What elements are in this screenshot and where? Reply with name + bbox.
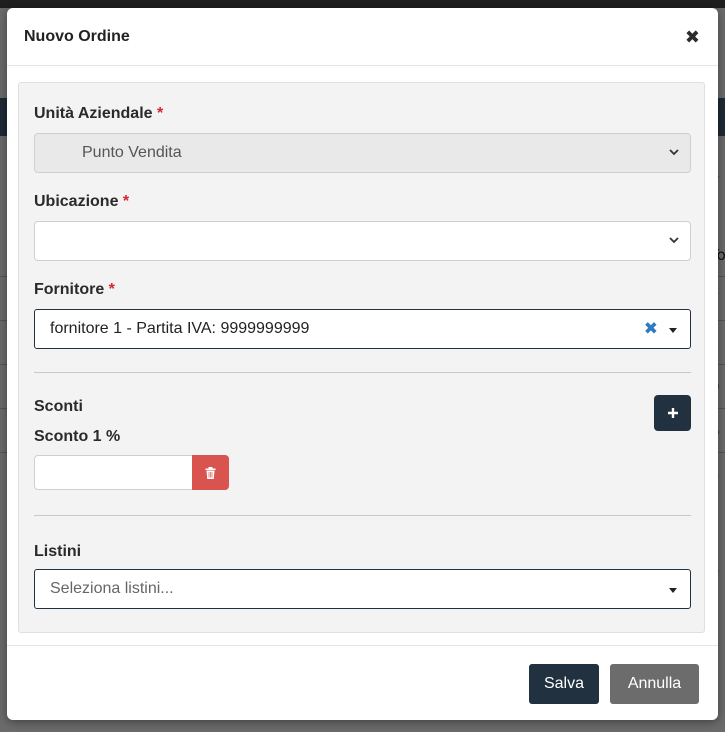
listini-select[interactable]: Seleziona listini... — [34, 569, 691, 609]
listini-label: Listini — [34, 543, 82, 560]
delete-sconto-button[interactable] — [192, 455, 229, 490]
fornitore-select[interactable]: fornitore 1 - Partita IVA: 9999999999 ✖ — [34, 309, 691, 349]
section-divider — [34, 515, 691, 516]
ubicazione-label: Ubicazione * — [34, 193, 129, 211]
required-marker: * — [157, 105, 164, 122]
sconti-label: Sconti — [34, 398, 83, 415]
add-sconto-button[interactable] — [654, 395, 691, 431]
unita-aziendale-value: Punto Vendita — [82, 144, 182, 161]
caret-down-icon — [669, 328, 677, 333]
listini-placeholder: Seleziona listini... — [50, 580, 174, 597]
modal-footer: Salva Annulla — [7, 645, 718, 720]
close-icon[interactable]: ✖ — [685, 28, 700, 46]
chevron-down-icon — [669, 237, 679, 244]
unita-aziendale-label-text: Unità Aziendale — [34, 105, 153, 122]
fornitore-value: fornitore 1 - Partita IVA: 9999999999 — [50, 320, 310, 337]
unita-aziendale-select[interactable]: Punto Vendita — [34, 133, 691, 173]
cancel-button[interactable]: Annulla — [610, 664, 699, 704]
background-topbar — [0, 0, 725, 8]
order-form-panel: Unità Aziendale * Punto Vendita Ubicazio… — [18, 82, 705, 633]
plus-icon — [667, 408, 678, 418]
ubicazione-select[interactable] — [34, 221, 691, 261]
sconto-1-label: Sconto 1 % — [34, 428, 121, 445]
fornitore-label: Fornitore * — [34, 281, 115, 299]
section-divider — [34, 372, 691, 373]
fornitore-label-text: Fornitore — [34, 281, 105, 298]
trash-icon — [205, 466, 216, 479]
new-order-modal: Nuovo Ordine ✖ Unità Aziendale * Punto V… — [7, 8, 718, 720]
clear-selection-icon[interactable]: ✖ — [644, 319, 658, 339]
chevron-down-icon — [669, 149, 679, 156]
unita-aziendale-label: Unità Aziendale * — [34, 105, 163, 123]
modal-title: Nuovo Ordine — [24, 27, 130, 45]
required-marker: * — [122, 193, 130, 210]
caret-down-icon — [669, 588, 677, 593]
ubicazione-label-text: Ubicazione — [34, 193, 119, 210]
required-marker: * — [108, 281, 115, 298]
save-button[interactable]: Salva — [529, 664, 599, 704]
sconto-1-input[interactable] — [34, 455, 193, 490]
modal-header: Nuovo Ordine ✖ — [7, 8, 718, 66]
